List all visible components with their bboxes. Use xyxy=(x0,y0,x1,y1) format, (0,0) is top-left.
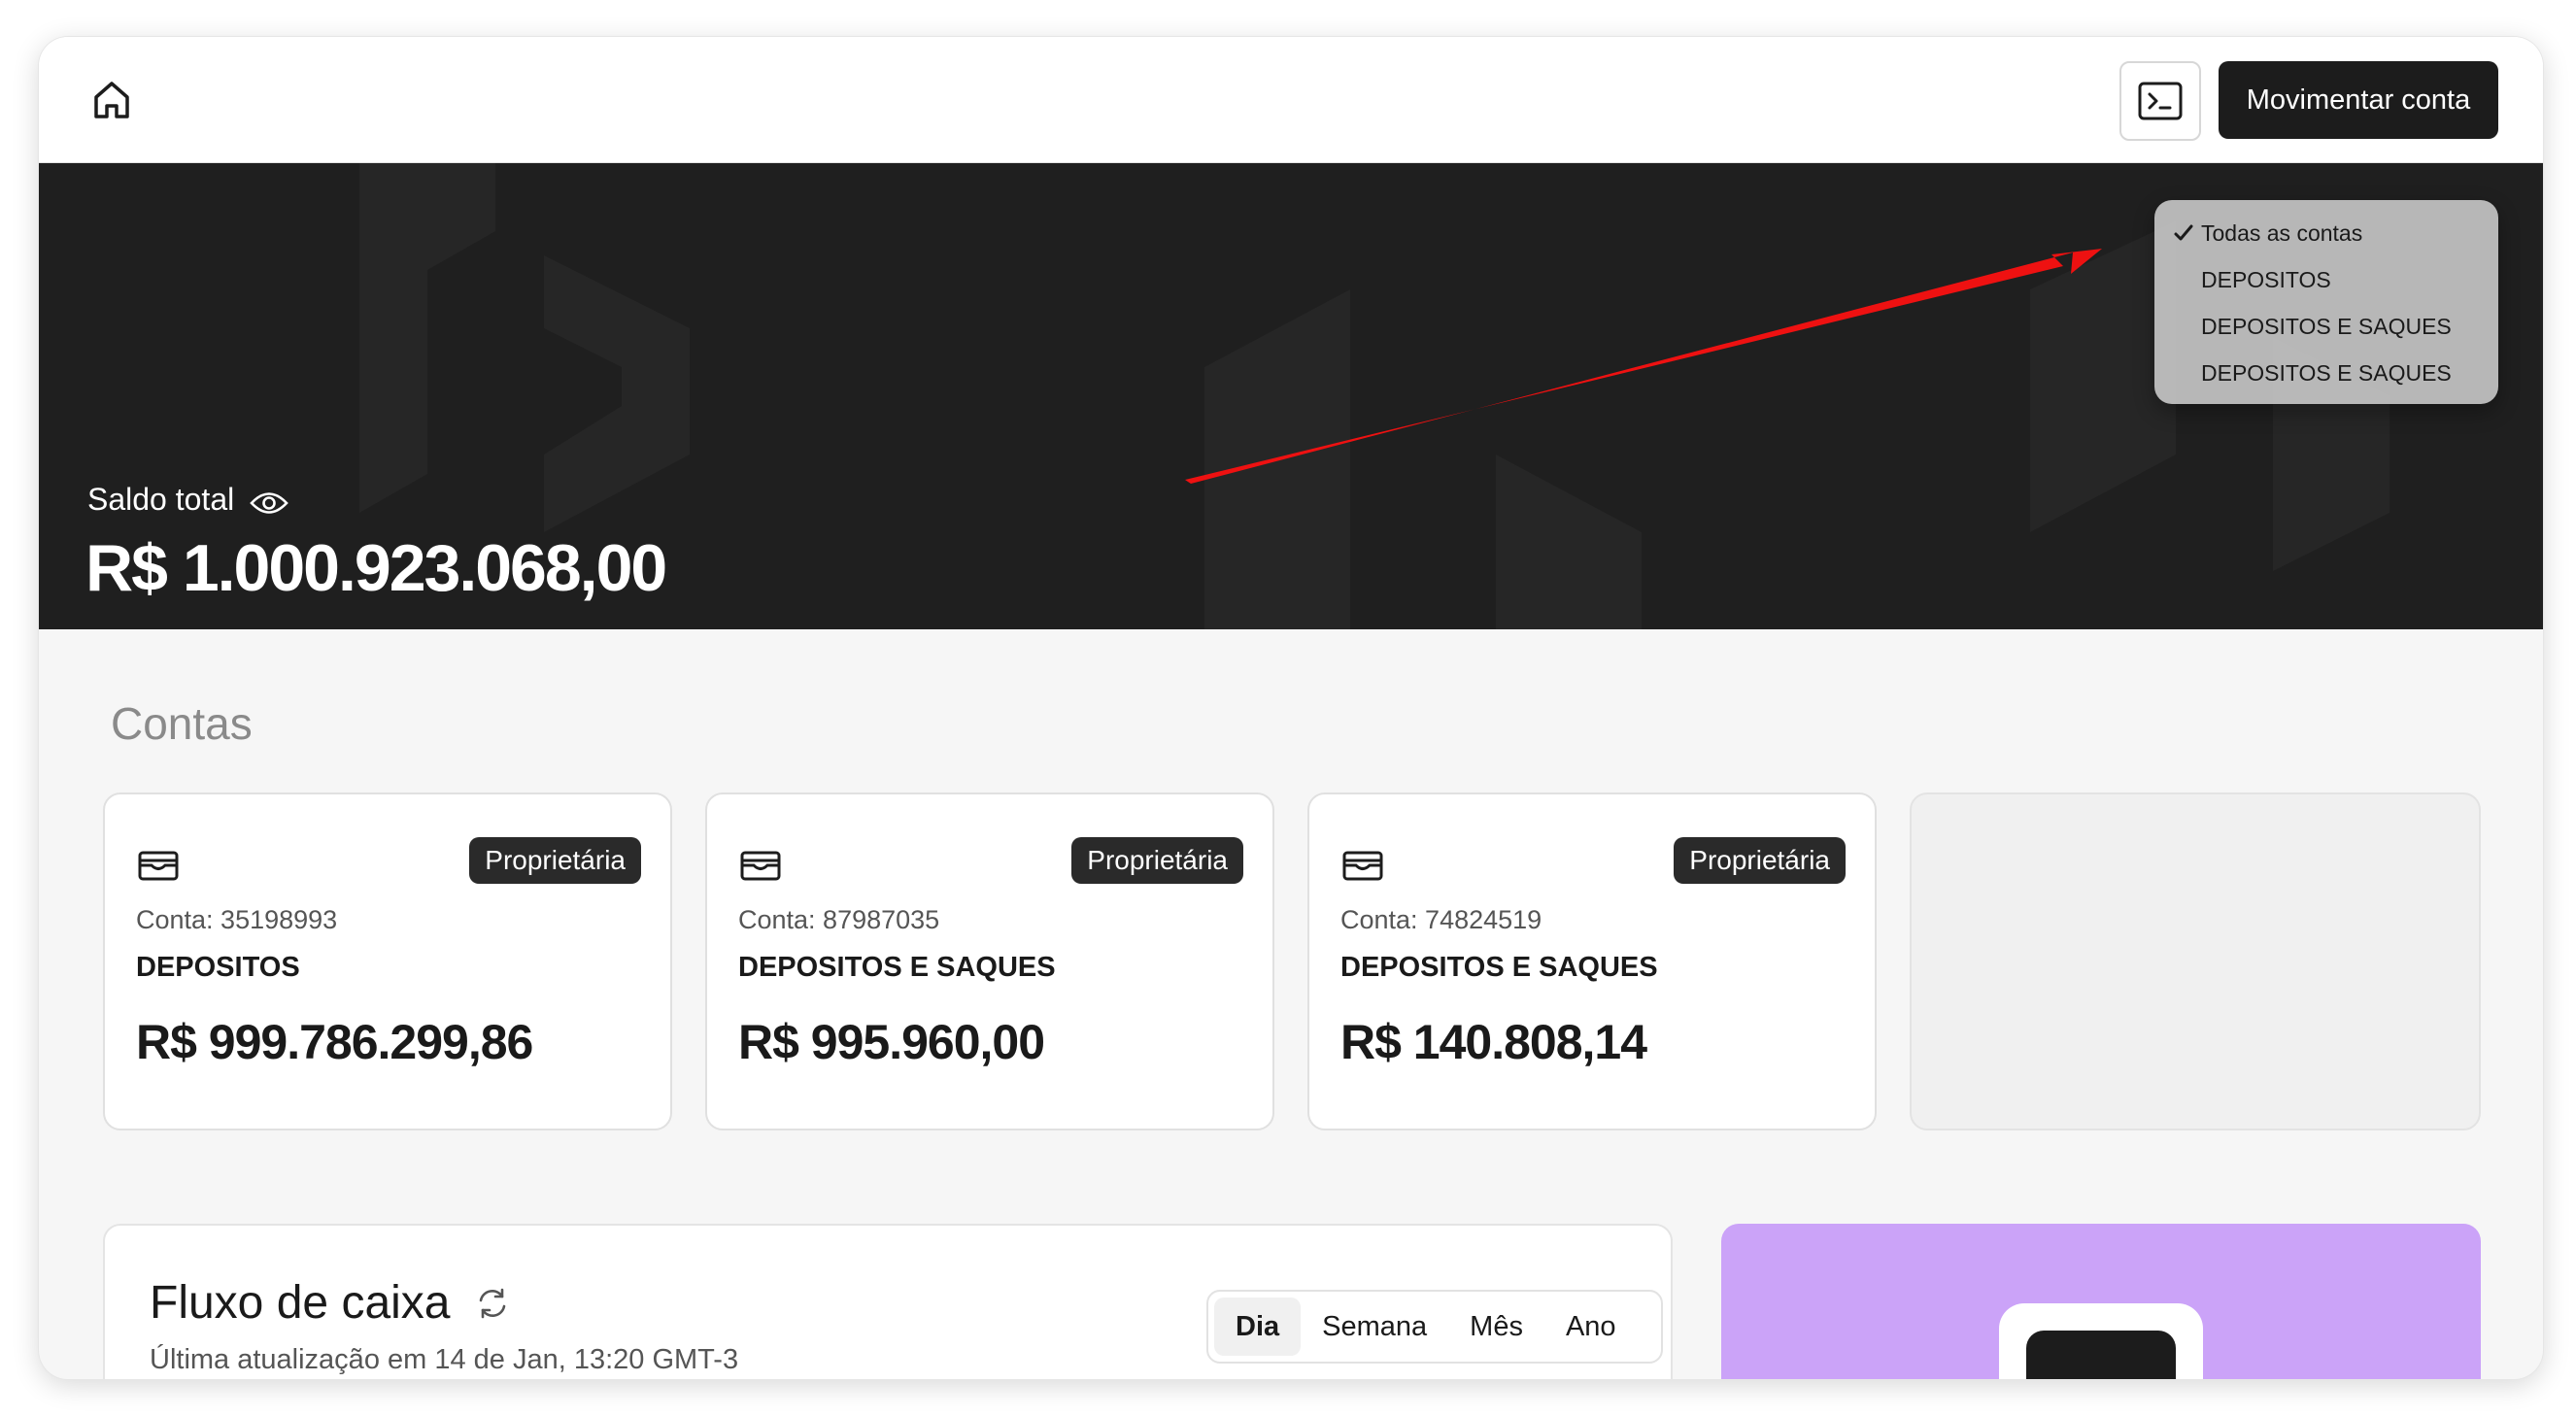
filter-option-depositos[interactable]: DEPOSITOS xyxy=(2154,256,2498,303)
home-button[interactable] xyxy=(87,76,136,124)
refresh-icon[interactable] xyxy=(476,1287,509,1320)
filter-option-label: DEPOSITOS E SAQUES xyxy=(2201,359,2452,386)
terminal-icon xyxy=(2138,82,2183,120)
account-card[interactable]: Proprietária Conta: 87987035 DEPOSITOS E… xyxy=(705,792,1274,1130)
cash-flow-title-text: Fluxo de caixa xyxy=(150,1277,451,1329)
filter-option-label: DEPOSITOS E SAQUES xyxy=(2201,313,2452,339)
account-name: DEPOSITOS E SAQUES xyxy=(738,952,1056,983)
account-number: Conta: 87987035 xyxy=(738,905,940,934)
account-balance: R$ 995.960,00 xyxy=(738,1015,1045,1069)
move-account-button[interactable]: Movimentar conta xyxy=(2219,61,2498,139)
account-card[interactable]: Proprietária Conta: 74824519 DEPOSITOS E… xyxy=(1307,792,1877,1130)
filter-option-all-accounts[interactable]: Todas as contas xyxy=(2154,210,2498,256)
account-filter-dropdown[interactable]: Todas as contas DEPOSITOS DEPOSITOS E SA… xyxy=(2154,200,2498,404)
filter-option-label: Todas as contas xyxy=(2201,219,2363,246)
account-balance: R$ 999.786.299,86 xyxy=(136,1015,533,1069)
account-balance: R$ 140.808,14 xyxy=(1340,1015,1647,1069)
home-icon xyxy=(94,82,129,118)
accounts-section-title: Contas xyxy=(111,698,253,749)
owner-badge: Proprietária xyxy=(1071,837,1243,884)
account-number: Conta: 74824519 xyxy=(1340,905,1542,934)
period-week-tab[interactable]: Semana xyxy=(1301,1298,1448,1356)
terminal-button[interactable] xyxy=(2119,61,2201,141)
wallet-icon xyxy=(1342,851,1383,881)
filter-option-depositos-e-saques[interactable]: DEPOSITOS E SAQUES xyxy=(2154,350,2498,396)
app-icon xyxy=(1999,1303,2203,1379)
eye-icon[interactable] xyxy=(250,488,289,514)
last-update-text: Última atualização em 14 de Jan, 13:20 G… xyxy=(150,1344,739,1375)
wallet-icon xyxy=(138,851,179,881)
promo-card[interactable] xyxy=(1721,1224,2481,1379)
owner-badge: Proprietária xyxy=(469,837,641,884)
balance-label-text: Saldo total xyxy=(87,482,235,517)
top-bar: Movimentar conta xyxy=(39,37,2543,163)
balance-label: Saldo total xyxy=(87,482,289,518)
account-number: Conta: 35198993 xyxy=(136,905,338,934)
app-window: Movimentar conta Saldo total R$ 1.000.92… xyxy=(39,37,2543,1379)
empty-account-card xyxy=(1910,792,2481,1130)
account-name: DEPOSITOS xyxy=(136,952,300,983)
account-card[interactable]: Proprietária Conta: 35198993 DEPOSITOS R… xyxy=(103,792,672,1130)
period-selector: Dia Semana Mês Ano xyxy=(1206,1290,1663,1364)
period-month-tab[interactable]: Mês xyxy=(1448,1298,1544,1356)
owner-badge: Proprietária xyxy=(1674,837,1846,884)
cash-flow-card: Fluxo de caixa Última atualização em 14 … xyxy=(103,1224,1673,1379)
period-day-tab[interactable]: Dia xyxy=(1214,1298,1302,1356)
filter-option-depositos-e-saques[interactable]: DEPOSITOS E SAQUES xyxy=(2154,303,2498,350)
check-icon xyxy=(2174,224,2193,241)
cash-flow-title: Fluxo de caixa xyxy=(150,1276,509,1330)
filter-option-label: DEPOSITOS xyxy=(2201,266,2331,292)
period-year-tab[interactable]: Ano xyxy=(1544,1298,1638,1356)
wallet-icon xyxy=(740,851,781,881)
app-icon-inner xyxy=(2026,1331,2176,1379)
total-balance-value: R$ 1.000.923.068,00 xyxy=(85,531,667,605)
account-name: DEPOSITOS E SAQUES xyxy=(1340,952,1658,983)
